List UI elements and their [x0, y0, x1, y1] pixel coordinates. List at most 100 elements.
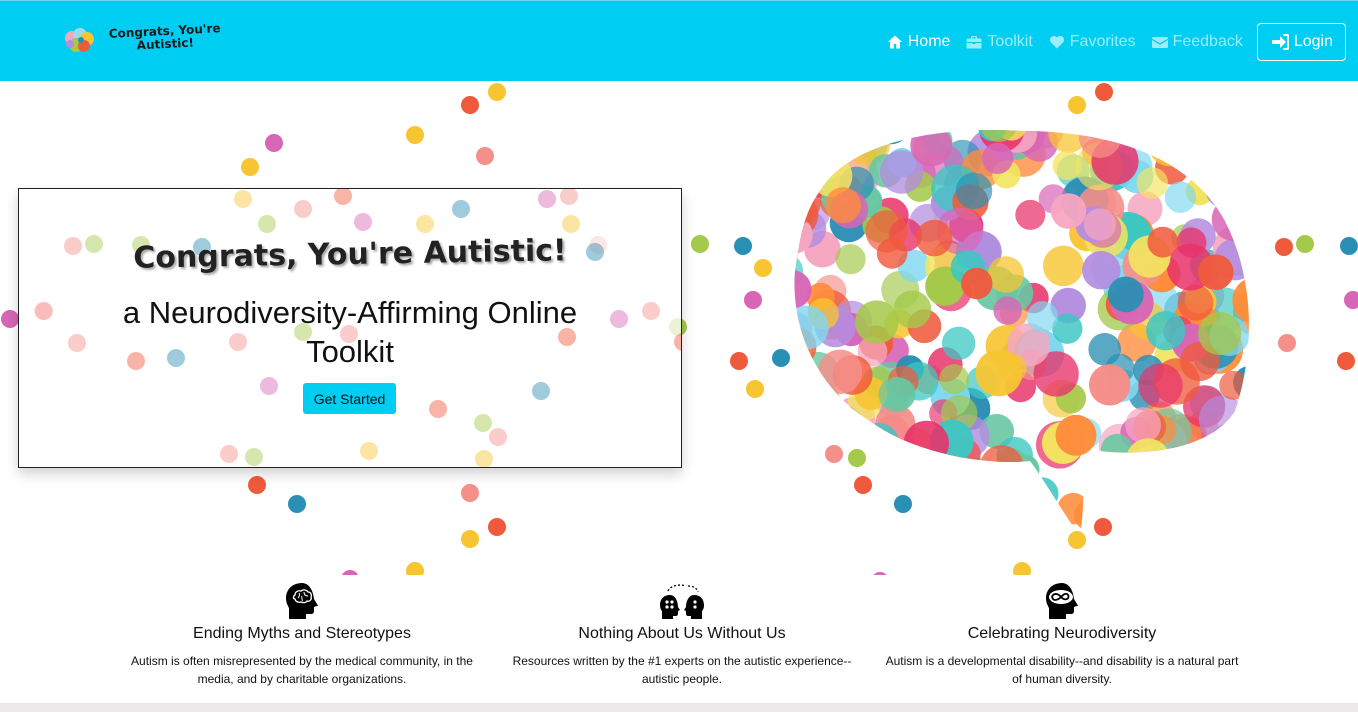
brain-confetti-dot — [1057, 492, 1089, 525]
nav-favorites[interactable]: Favorites — [1049, 22, 1136, 62]
brain-confetti-dot — [1181, 449, 1217, 485]
bottom-scroll-edge — [0, 703, 1358, 712]
brain-confetti-dot — [1166, 472, 1211, 517]
brain-confetti-dot — [917, 489, 950, 522]
brain-confetti-dot — [1245, 130, 1249, 142]
brain-confetti-dot — [794, 236, 798, 271]
brain-confetti-dot — [794, 384, 825, 433]
brain-confetti-dot — [1137, 492, 1168, 522]
brain-confetti-dot — [981, 142, 1014, 174]
home-icon — [887, 35, 902, 49]
confetti-dot — [1068, 96, 1086, 114]
brain-confetti-dot — [1223, 146, 1249, 184]
confetti-dot — [691, 235, 709, 253]
card-confetti-dot — [560, 189, 578, 205]
brain-confetti-dot — [817, 349, 863, 394]
card-confetti-dot — [674, 333, 681, 351]
brain-confetti-dot — [893, 290, 932, 329]
features-section: Ending Myths and Stereotypes Autism is o… — [0, 575, 1358, 703]
feature-neurodiversity-text: Autism is a developmental disability--an… — [885, 654, 1239, 686]
card-confetti-dot — [258, 215, 276, 233]
brain-confetti-dot — [838, 421, 869, 453]
brain-confetti-dot — [1237, 451, 1249, 488]
brand-logo-link[interactable]: Congrats, You're Autistic! — [62, 21, 221, 59]
brain-confetti-dot — [939, 364, 969, 395]
brain-confetti-dot — [846, 468, 882, 505]
brain-confetti-dot — [846, 458, 889, 501]
brain-confetti-dot — [942, 326, 976, 360]
brain-confetti-dot — [944, 480, 987, 523]
brain-confetti-dot — [961, 267, 993, 300]
brain-confetti-dot — [910, 130, 953, 167]
brain-confetti-dot — [1220, 433, 1249, 480]
brain-confetti-dot — [1204, 130, 1249, 158]
card-confetti-dot — [35, 302, 53, 320]
brain-confetti-dot — [870, 130, 911, 145]
confetti-brain-image — [794, 130, 1249, 537]
brain-confetti-dot — [1139, 130, 1183, 150]
brain-confetti-dot — [979, 445, 1024, 489]
brain-confetti-dot — [1025, 477, 1059, 511]
brain-confetti-dot — [1147, 226, 1179, 258]
brain-confetti-dot — [878, 376, 915, 413]
nav-home[interactable]: Home — [887, 22, 950, 62]
feature-myths-text: Autism is often misrepresented by the me… — [131, 654, 473, 686]
brain-confetti-dot — [1237, 217, 1249, 247]
confetti-dot — [265, 134, 283, 152]
nav-feedback[interactable]: Feedback — [1151, 22, 1243, 62]
login-button[interactable]: Login — [1256, 23, 1346, 61]
brain-confetti-dot — [975, 349, 1023, 397]
brain-confetti-dot — [1198, 312, 1242, 356]
hero-subtitle: a Neurodiversity-Affirming Online Toolki… — [122, 295, 578, 369]
brain-confetti-dot — [851, 456, 885, 491]
confetti-dot — [1275, 238, 1293, 256]
confetti-dot — [746, 380, 764, 398]
brain-confetti-dot — [1114, 510, 1152, 537]
brain-confetti-dot — [1138, 363, 1183, 408]
brain-confetti-dot — [874, 454, 906, 486]
card-confetti-dot — [610, 310, 628, 328]
get-started-button[interactable]: Get Started — [303, 383, 396, 414]
brain-confetti-dot — [985, 469, 1017, 500]
card-confetti-dot — [642, 302, 660, 320]
brain-confetti-dot — [915, 219, 953, 257]
brain-confetti-dot — [1055, 414, 1097, 456]
envelope-icon — [1151, 37, 1168, 48]
brain-confetti-dot — [835, 514, 865, 537]
feature-nothing-about-us-text: Resources written by the #1 experts on t… — [512, 654, 852, 686]
confetti-dot — [754, 259, 772, 277]
brain-confetti-dot — [931, 495, 961, 525]
brain-confetti-dot — [794, 424, 822, 463]
brain-confetti-dot — [998, 480, 1041, 523]
confetti-dot — [241, 158, 259, 176]
brain-confetti-dot — [1222, 487, 1249, 533]
feature-nothing-about-us: Nothing About Us Without Us Resources wr… — [492, 575, 872, 688]
brain-confetti-dot — [803, 133, 836, 166]
brain-confetti-dot — [794, 416, 807, 464]
nav-toolkit[interactable]: Toolkit — [966, 22, 1033, 62]
brain-confetti-dot — [1168, 141, 1196, 170]
brain-confetti-dot — [1201, 502, 1244, 537]
brain-confetti-dot — [1089, 364, 1131, 406]
confetti-dot — [461, 530, 479, 548]
brain-confetti-dot — [858, 422, 900, 465]
brain-confetti-dot — [814, 403, 861, 450]
brain-confetti-dot — [817, 130, 862, 150]
brain-confetti-dot — [1136, 167, 1169, 199]
card-confetti-dot — [294, 200, 312, 218]
brain-confetti-dot — [1219, 370, 1249, 400]
brain-confetti-dot — [987, 256, 1024, 293]
confetti-dot — [461, 484, 479, 502]
card-confetti-dot — [489, 428, 507, 446]
brain-confetti-dot — [825, 187, 862, 224]
brain-confetti-dot — [858, 433, 892, 466]
confetti-dot — [730, 352, 748, 370]
card-confetti-dot — [474, 414, 492, 432]
card-confetti-dot — [562, 215, 580, 233]
navbar: Congrats, You're Autistic! Home Toolkit … — [0, 0, 1358, 81]
confetti-dot — [1340, 237, 1358, 255]
confetti-dot — [248, 476, 266, 494]
head-brain-icon — [286, 583, 318, 619]
feature-neurodiversity: Celebrating Neurodiversity Autism is a d… — [872, 575, 1252, 688]
hero-card: Congrats, You're Autistic! a Neurodivers… — [18, 188, 682, 468]
